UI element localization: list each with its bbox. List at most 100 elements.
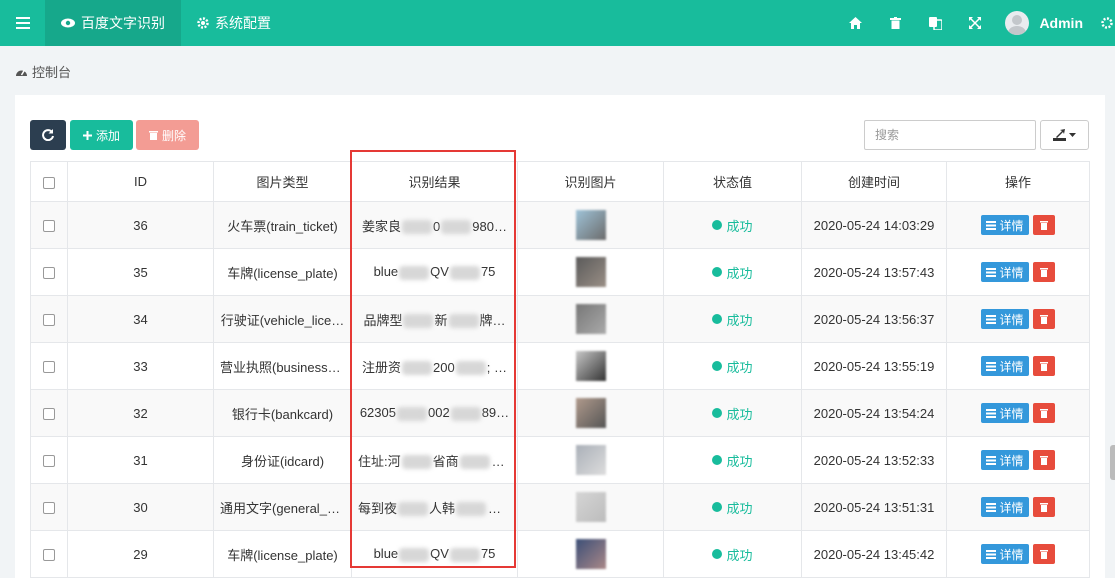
clear-cache-button[interactable]: [875, 0, 915, 46]
plus-icon: [82, 130, 92, 140]
status-badge: 成功: [712, 451, 753, 470]
image-cell[interactable]: [517, 389, 664, 437]
column-header[interactable]: 状态值: [663, 161, 802, 202]
fullscreen-icon: [969, 17, 982, 29]
status-label: 成功: [726, 500, 753, 516]
fullscreen-button[interactable]: [955, 0, 995, 46]
select-all-cell[interactable]: [30, 161, 68, 202]
detail-button[interactable]: 详情: [981, 403, 1029, 423]
table-row[interactable]: 33 营业执照(business_… 注册资 200 ; … 成功 2020-05-24 1…: [30, 342, 1090, 390]
redaction-mask: [396, 406, 427, 421]
select-all-checkbox[interactable]: [43, 176, 55, 189]
row-select-cell[interactable]: [30, 295, 68, 343]
detail-button[interactable]: 详情: [981, 215, 1029, 235]
delete-row-button[interactable]: [1032, 450, 1055, 470]
table-row[interactable]: 32 银行卡(bankcard) 62305 002 89… 成功 2020-05-24 1…: [30, 389, 1090, 437]
home-button[interactable]: [835, 0, 875, 46]
row-checkbox[interactable]: [43, 549, 55, 562]
row-checkbox[interactable]: [43, 267, 55, 280]
tab-baidu-ocr[interactable]: 百度文字识别: [45, 0, 181, 46]
thumbnail-image[interactable]: [575, 398, 606, 428]
redaction-mask: [449, 265, 480, 280]
time-cell: 2020-05-24 14:03:29: [801, 201, 947, 249]
row-checkbox[interactable]: [43, 361, 55, 374]
delete-row-button[interactable]: [1032, 497, 1055, 517]
redaction-mask: [399, 265, 430, 280]
thumbnail-image[interactable]: [575, 304, 606, 334]
thumbnail-image[interactable]: [575, 257, 606, 287]
row-checkbox[interactable]: [43, 220, 55, 233]
thumbnail-image[interactable]: [575, 351, 606, 381]
detail-button[interactable]: 详情: [981, 356, 1029, 376]
table-row[interactable]: 29 车牌(license_plate) blue QV 75 成功 2020-05-24 …: [30, 530, 1090, 578]
image-cell[interactable]: [517, 201, 664, 249]
image-cell[interactable]: [517, 295, 664, 343]
image-cell[interactable]: [517, 483, 664, 531]
delete-row-button[interactable]: [1032, 356, 1055, 376]
export-button[interactable]: [1040, 120, 1089, 150]
status-cell: 成功: [663, 248, 802, 296]
image-cell[interactable]: [517, 248, 664, 296]
row-select-cell[interactable]: [30, 530, 68, 578]
row-select-cell[interactable]: [30, 248, 68, 296]
image-cell[interactable]: [517, 436, 664, 484]
tab-system-config[interactable]: 系统配置: [181, 0, 287, 46]
add-button[interactable]: 添加: [70, 120, 133, 150]
row-select-cell[interactable]: [30, 389, 68, 437]
row-checkbox[interactable]: [43, 314, 55, 327]
detail-button[interactable]: 详情: [981, 450, 1029, 470]
thumbnail-image[interactable]: [575, 539, 606, 569]
status-label: 成功: [726, 218, 753, 234]
detail-label: 详情: [999, 265, 1024, 280]
status-label: 成功: [726, 547, 753, 563]
image-cell[interactable]: [517, 342, 664, 390]
status-badge: 成功: [712, 498, 753, 517]
row-select-cell[interactable]: [30, 436, 68, 484]
column-header[interactable]: 图片类型: [213, 161, 352, 202]
settings-button[interactable]: [1099, 0, 1115, 46]
id-cell: 32: [67, 389, 214, 437]
detail-button[interactable]: 详情: [981, 309, 1029, 329]
delete-row-button[interactable]: [1032, 215, 1055, 235]
delete-button[interactable]: 删除: [136, 120, 199, 150]
language-button[interactable]: [915, 0, 955, 46]
search-input[interactable]: [864, 120, 1036, 150]
status-cell: 成功: [663, 389, 802, 437]
user-menu[interactable]: Admin: [995, 0, 1099, 46]
table-row[interactable]: 30通用文字(general_b…每到夜人韩寸…成功2020-05-24 13:…: [30, 483, 1090, 531]
column-header[interactable]: 识别图片: [517, 161, 664, 202]
scrollbar-handle[interactable]: [1110, 445, 1115, 480]
delete-row-button[interactable]: [1032, 262, 1055, 282]
column-header[interactable]: 识别结果: [351, 161, 518, 202]
refresh-button[interactable]: [30, 120, 66, 150]
row-checkbox[interactable]: [43, 455, 55, 468]
detail-button[interactable]: 详情: [981, 497, 1029, 517]
id-cell: 33: [67, 342, 214, 390]
result-cell: blue QV 75: [351, 248, 518, 296]
trash-icon: [148, 131, 158, 140]
gear-icon: [1101, 17, 1113, 29]
menu-toggle-button[interactable]: [0, 0, 45, 46]
row-select-cell[interactable]: [30, 342, 68, 390]
row-checkbox[interactable]: [43, 502, 55, 515]
detail-button[interactable]: 详情: [981, 544, 1029, 564]
redaction-mask: [398, 502, 429, 517]
column-header[interactable]: ID: [67, 161, 214, 202]
table-row[interactable]: 31身份证(idcard)住址:河省商县…成功2020-05-24 13:52:…: [30, 436, 1090, 484]
image-cell[interactable]: [517, 530, 664, 578]
delete-row-button[interactable]: [1032, 403, 1055, 423]
row-select-cell[interactable]: [30, 483, 68, 531]
list-icon: [986, 455, 997, 465]
column-header[interactable]: 创建时间: [801, 161, 947, 202]
table-row[interactable]: 36 火车票(train_ticket) 姜家良 0 980… 成功 2020-05-24 …: [30, 201, 1090, 249]
delete-row-button[interactable]: [1032, 544, 1055, 564]
table-row[interactable]: 35 车牌(license_plate) blue QV 75 成功 2020-05-24 …: [30, 248, 1090, 296]
thumbnail-image[interactable]: [575, 492, 606, 522]
thumbnail-image[interactable]: [575, 445, 606, 475]
delete-row-button[interactable]: [1032, 309, 1055, 329]
detail-button[interactable]: 详情: [981, 262, 1029, 282]
row-checkbox[interactable]: [43, 408, 55, 421]
thumbnail-image[interactable]: [575, 210, 606, 240]
row-select-cell[interactable]: [30, 201, 68, 249]
table-row[interactable]: 34 行驶证(vehicle_lice… 品牌型 新 牌… 成功 2020-05-24 13…: [30, 295, 1090, 343]
